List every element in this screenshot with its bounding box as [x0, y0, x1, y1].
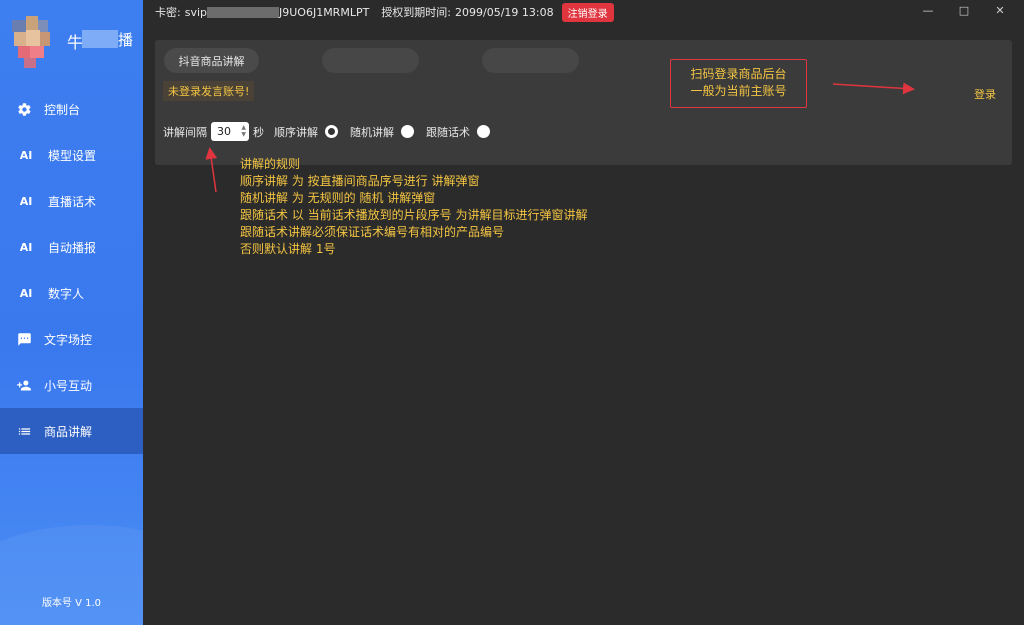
- rules-annotation: 讲解的规则 顺序讲解 为 按直播间商品序号进行 讲解弹窗 随机讲解 为 无规则的…: [240, 156, 587, 258]
- ai-icon: AI: [19, 148, 33, 162]
- rules-line: 跟随话术 以 当前话术播放到的片段序号 为讲解目标进行弹窗讲解: [240, 208, 588, 222]
- sidebar-item-text-control[interactable]: 文字场控: [0, 316, 143, 362]
- title-bar: 卡密: svip J9UO6J1MRMLPT 授权到期时间: 2099/05/1…: [143, 0, 1024, 24]
- sidebar-item-model-settings[interactable]: AI 模型设置: [0, 132, 143, 178]
- card-key-prefix: svip: [184, 5, 207, 19]
- sidebar: 牛 播 控制台 AI 模型设置 AI 直播话术 AI 自动播报 AI 数字人 文…: [0, 0, 143, 625]
- ai-icon: AI: [19, 286, 33, 300]
- card-key-masked: [207, 6, 279, 18]
- ai-icon: AI: [19, 194, 33, 208]
- rules-line: 讲解的规则: [240, 157, 301, 171]
- expiry-value: 2099/05/19 13:08: [455, 5, 554, 19]
- radio-follow-script[interactable]: [477, 125, 490, 138]
- sidebar-item-label: 文字场控: [44, 332, 93, 347]
- sidebar-item-dashboard[interactable]: 控制台: [0, 86, 143, 132]
- tab-placeholder-2[interactable]: [322, 48, 419, 73]
- card-key-label: 卡密:: [155, 6, 181, 19]
- app-logo: [8, 12, 54, 68]
- interval-unit: 秒: [253, 125, 264, 139]
- annotation-callout-box: 扫码登录商品后台 一般为当前主账号: [670, 59, 807, 108]
- sidebar-item-product-explain[interactable]: 商品讲解: [0, 408, 143, 454]
- sidebar-item-label: 模型设置: [48, 148, 97, 163]
- rules-line: 顺序讲解 为 按直播间商品序号进行 讲解弹窗: [240, 174, 480, 188]
- login-link[interactable]: 登录: [974, 86, 996, 102]
- rules-line: 随机讲解 为 无规则的 随机 讲解弹窗: [240, 191, 436, 205]
- tab-douyin-product[interactable]: 抖音商品讲解: [164, 48, 259, 73]
- gear-icon: [16, 101, 32, 117]
- ai-icon: AI: [19, 240, 33, 254]
- close-icon[interactable]: ✕: [982, 2, 1018, 20]
- sidebar-item-label: 直播话术: [48, 194, 97, 209]
- interval-label: 讲解间隔: [163, 125, 207, 139]
- callout-line: 一般为当前主账号: [690, 84, 787, 98]
- radio-random[interactable]: [401, 125, 414, 138]
- chat-icon: [16, 331, 32, 347]
- expiry-label: 授权到期时间:: [381, 6, 452, 19]
- sidebar-item-label: 商品讲解: [44, 424, 93, 439]
- sidebar-item-alt-account[interactable]: 小号互动: [0, 362, 143, 408]
- sidebar-item-label: 小号互动: [44, 378, 93, 393]
- tab-placeholder-3[interactable]: [482, 48, 579, 73]
- sidebar-item-label: 自动播报: [48, 240, 97, 255]
- maximize-icon[interactable]: □: [946, 2, 982, 20]
- mode-label-follow-script: 跟随话术: [426, 125, 470, 139]
- window-controls: — □ ✕: [910, 2, 1018, 20]
- mode-label-sequential: 顺序讲解: [274, 125, 318, 139]
- add-user-icon: [16, 377, 32, 393]
- brand-name-prefix: 牛: [67, 33, 84, 52]
- interval-stepper[interactable]: 30 ▲ ▼: [211, 122, 249, 141]
- explain-controls: 讲解间隔 30 ▲ ▼ 秒 顺序讲解 随机讲解 跟随话术: [163, 122, 502, 141]
- sidebar-item-label: 控制台: [44, 102, 81, 117]
- sidebar-nav: 控制台 AI 模型设置 AI 直播话术 AI 自动播报 AI 数字人 文字场控: [0, 86, 143, 454]
- brand-name-suffix: 播: [118, 31, 134, 49]
- sidebar-item-live-script[interactable]: AI 直播话术: [0, 178, 143, 224]
- not-logged-in-notice: 未登录发言账号!: [163, 81, 255, 101]
- callout-line: 扫码登录商品后台: [690, 67, 787, 81]
- mode-label-random: 随机讲解: [350, 125, 394, 139]
- minimize-icon[interactable]: —: [910, 2, 946, 20]
- sidebar-item-auto-broadcast[interactable]: AI 自动播报: [0, 224, 143, 270]
- rules-line: 跟随话术讲解必须保证话术编号有相对的产品编号: [240, 225, 505, 239]
- sidebar-wave-decoration: [0, 525, 143, 625]
- rules-line: 否则默认讲解 1号: [240, 242, 336, 256]
- card-key-suffix: J9UO6J1MRMLPT: [279, 5, 370, 19]
- radio-sequential[interactable]: [325, 125, 338, 138]
- stepper-arrows-icon[interactable]: ▲ ▼: [241, 124, 246, 138]
- sidebar-item-digital-human[interactable]: AI 数字人: [0, 270, 143, 316]
- list-icon: [16, 423, 32, 439]
- interval-value: 30: [217, 125, 231, 138]
- brand-name-masked: [82, 30, 118, 48]
- sidebar-item-label: 数字人: [48, 286, 85, 301]
- product-explain-panel: 抖音商品讲解 未登录发言账号! 登录 讲解间隔 30 ▲ ▼ 秒 顺序讲解 随机讲…: [155, 40, 1012, 165]
- version-label: 版本号 V 1.0: [41, 598, 102, 609]
- logout-button[interactable]: 注销登录: [561, 2, 614, 22]
